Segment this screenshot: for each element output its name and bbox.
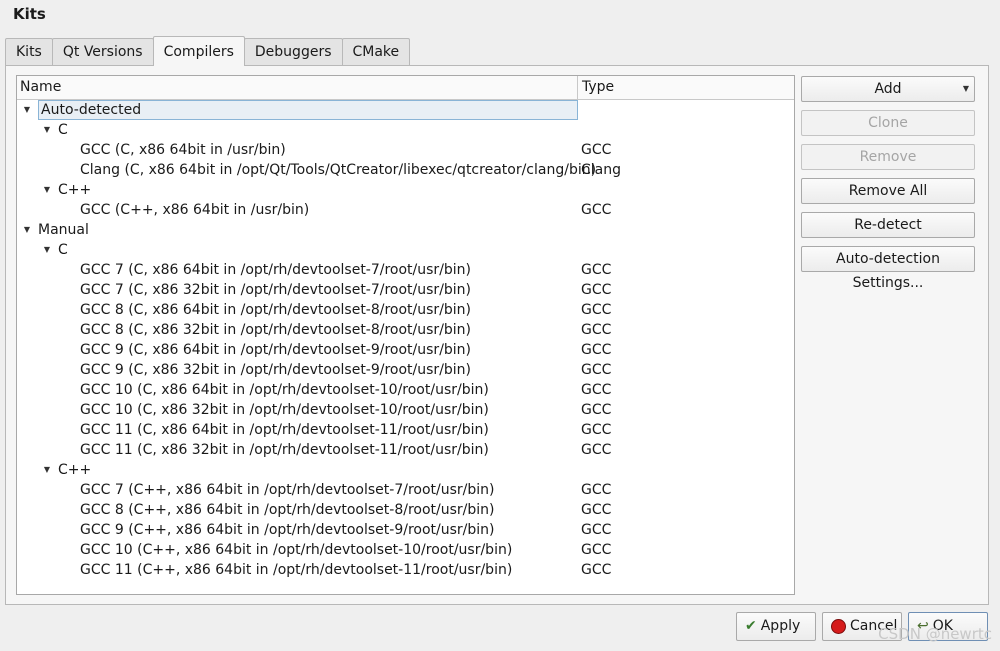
tree-row[interactable]: ▼ C++ xyxy=(17,180,794,200)
tree-row-label: GCC 8 (C, x86 64bit in /opt/rh/devtoolse… xyxy=(80,302,472,318)
tree-row-label: GCC 10 (C++, x86 64bit in /opt/rh/devtoo… xyxy=(80,542,513,558)
tree-row-label: GCC (C++, x86 64bit in /usr/bin) xyxy=(80,202,310,218)
tab-cmake[interactable]: CMake xyxy=(341,38,411,65)
tree-row-label: GCC 11 (C, x86 64bit in /opt/rh/devtools… xyxy=(80,422,489,438)
compiler-tree[interactable]: Name Type ▼ Auto-detected ▼ C GCC (C, x86 64… xyxy=(16,75,795,595)
tree-row-type: Clang xyxy=(581,162,622,178)
expand-arrow-icon[interactable]: ▼ xyxy=(42,120,52,140)
tree-row-label: C++ xyxy=(58,462,92,478)
tree-row-type: GCC xyxy=(581,322,612,338)
tree-row-label: GCC 10 (C, x86 64bit in /opt/rh/devtools… xyxy=(80,382,489,398)
tree-row-type: GCC xyxy=(581,562,612,578)
column-header-type[interactable]: Type xyxy=(579,76,614,99)
add-button[interactable]: Add ▼ xyxy=(801,76,975,102)
tree-row-type: GCC xyxy=(581,342,612,358)
tree-row-type: GCC xyxy=(581,482,612,498)
tree-row-label: Manual xyxy=(38,222,89,238)
remove-button[interactable]: Remove xyxy=(801,144,975,170)
tree-row-type: GCC xyxy=(581,502,612,518)
tree-row-label: GCC 7 (C++, x86 64bit in /opt/rh/devtool… xyxy=(80,482,495,498)
tree-row-label: GCC 11 (C, x86 32bit in /opt/rh/devtools… xyxy=(80,442,489,458)
tab-kits[interactable]: Kits xyxy=(5,38,53,65)
tree-row-label: GCC 7 (C, x86 32bit in /opt/rh/devtoolse… xyxy=(80,282,472,298)
tab-bar: Kits Qt Versions Compilers Debuggers CMa… xyxy=(5,36,411,66)
tree-row-label: GCC 9 (C, x86 64bit in /opt/rh/devtoolse… xyxy=(80,342,472,358)
tree-row[interactable]: GCC 8 (C, x86 64bit in /opt/rh/devtoolse… xyxy=(17,300,794,320)
remove-all-button[interactable]: Remove All xyxy=(801,178,975,204)
tree-row-label: GCC 8 (C, x86 32bit in /opt/rh/devtoolse… xyxy=(80,322,472,338)
tab-compilers[interactable]: Compilers xyxy=(152,36,245,66)
tree-row-type: GCC xyxy=(581,262,612,278)
tree-row[interactable]: GCC (C++, x86 64bit in /usr/bin) GCC xyxy=(17,200,794,220)
expand-arrow-icon[interactable]: ▼ xyxy=(42,240,52,260)
tree-row-type: GCC xyxy=(581,382,612,398)
expand-arrow-icon[interactable]: ▼ xyxy=(22,100,32,120)
tree-row-type: GCC xyxy=(581,542,612,558)
tree-row-type: GCC xyxy=(581,522,612,538)
column-header-name[interactable]: Name xyxy=(17,76,578,99)
tree-row-type: GCC xyxy=(581,302,612,318)
tree-row[interactable]: GCC 10 (C, x86 32bit in /opt/rh/devtools… xyxy=(17,400,794,420)
tree-row-type: GCC xyxy=(581,402,612,418)
tree-row[interactable]: ▼ C xyxy=(17,120,794,140)
tree-row[interactable]: GCC 11 (C, x86 64bit in /opt/rh/devtools… xyxy=(17,420,794,440)
tree-row[interactable]: GCC 10 (C++, x86 64bit in /opt/rh/devtoo… xyxy=(17,540,794,560)
page-title: Kits xyxy=(13,5,46,23)
cancel-icon xyxy=(831,619,846,634)
apply-button[interactable]: ✔ Apply xyxy=(736,612,816,641)
tree-row-type: GCC xyxy=(581,282,612,298)
tree-row-type: GCC xyxy=(581,202,612,218)
tree-row-label: Auto-detected xyxy=(38,100,578,120)
apply-button-label: Apply xyxy=(760,618,801,634)
tree-row-type: GCC xyxy=(581,142,612,158)
tree-row[interactable]: ▼ C xyxy=(17,240,794,260)
tree-row-label: GCC 7 (C, x86 64bit in /opt/rh/devtoolse… xyxy=(80,262,472,278)
tree-row-label: C xyxy=(58,242,68,258)
tree-row[interactable]: ▼ C++ xyxy=(17,460,794,480)
dropdown-arrow-icon: ▼ xyxy=(962,84,969,93)
tree-row[interactable]: GCC 9 (C++, x86 64bit in /opt/rh/devtool… xyxy=(17,520,794,540)
tree-row-label: GCC 10 (C, x86 32bit in /opt/rh/devtools… xyxy=(80,402,489,418)
tree-row-label: GCC 9 (C++, x86 64bit in /opt/rh/devtool… xyxy=(80,522,495,538)
tree-row[interactable]: GCC 8 (C++, x86 64bit in /opt/rh/devtool… xyxy=(17,500,794,520)
tree-row-label: GCC 9 (C, x86 32bit in /opt/rh/devtoolse… xyxy=(80,362,472,378)
autodetection-settings-button[interactable]: Auto-detection Settings... xyxy=(801,246,975,291)
tree-row[interactable]: GCC 8 (C, x86 32bit in /opt/rh/devtoolse… xyxy=(17,320,794,340)
tree-row[interactable]: GCC 9 (C, x86 32bit in /opt/rh/devtoolse… xyxy=(17,360,794,380)
tree-row[interactable]: GCC 10 (C, x86 64bit in /opt/rh/devtools… xyxy=(17,380,794,400)
tree-row-type: GCC xyxy=(581,362,612,378)
tree-row-label: GCC (C, x86 64bit in /usr/bin) xyxy=(80,142,286,158)
clone-button[interactable]: Clone xyxy=(801,110,975,136)
expand-arrow-icon[interactable]: ▼ xyxy=(42,460,52,480)
tree-row-label: C xyxy=(58,122,68,138)
tab-debuggers[interactable]: Debuggers xyxy=(243,38,343,65)
tree-rows: ▼ Auto-detected ▼ C GCC (C, x86 64bit in /us… xyxy=(17,100,794,580)
tree-header: Name Type xyxy=(17,76,794,100)
add-button-label: Add xyxy=(874,81,902,97)
tree-row[interactable]: GCC 11 (C++, x86 64bit in /opt/rh/devtoo… xyxy=(17,560,794,580)
tree-row-type: GCC xyxy=(581,422,612,438)
tree-row-label: Clang (C, x86 64bit in /opt/Qt/Tools/QtC… xyxy=(80,162,597,178)
tree-row-type: GCC xyxy=(581,442,612,458)
tree-row[interactable]: GCC 11 (C, x86 32bit in /opt/rh/devtools… xyxy=(17,440,794,460)
expand-arrow-icon[interactable]: ▼ xyxy=(42,180,52,200)
compilers-panel: Name Type ▼ Auto-detected ▼ C GCC (C, x86 64… xyxy=(5,65,989,605)
tree-row[interactable]: ▼ Manual xyxy=(17,220,794,240)
tree-row[interactable]: GCC (C, x86 64bit in /usr/bin) GCC xyxy=(17,140,794,160)
tree-row[interactable]: ▼ Auto-detected xyxy=(17,100,794,120)
redetect-button[interactable]: Re-detect xyxy=(801,212,975,238)
tree-row[interactable]: Clang (C, x86 64bit in /opt/Qt/Tools/QtC… xyxy=(17,160,794,180)
watermark: CSDN @newrtc xyxy=(878,625,992,643)
tree-row-label: GCC 8 (C++, x86 64bit in /opt/rh/devtool… xyxy=(80,502,495,518)
tree-row[interactable]: GCC 9 (C, x86 64bit in /opt/rh/devtoolse… xyxy=(17,340,794,360)
expand-arrow-icon[interactable]: ▼ xyxy=(22,220,32,240)
check-icon: ✔ xyxy=(745,618,757,634)
tab-qt-versions[interactable]: Qt Versions xyxy=(51,38,154,65)
tree-row[interactable]: GCC 7 (C++, x86 64bit in /opt/rh/devtool… xyxy=(17,480,794,500)
tree-row-label: GCC 11 (C++, x86 64bit in /opt/rh/devtoo… xyxy=(80,562,513,578)
tree-row[interactable]: GCC 7 (C, x86 32bit in /opt/rh/devtoolse… xyxy=(17,280,794,300)
tree-row-label: C++ xyxy=(58,182,92,198)
tree-row[interactable]: GCC 7 (C, x86 64bit in /opt/rh/devtoolse… xyxy=(17,260,794,280)
